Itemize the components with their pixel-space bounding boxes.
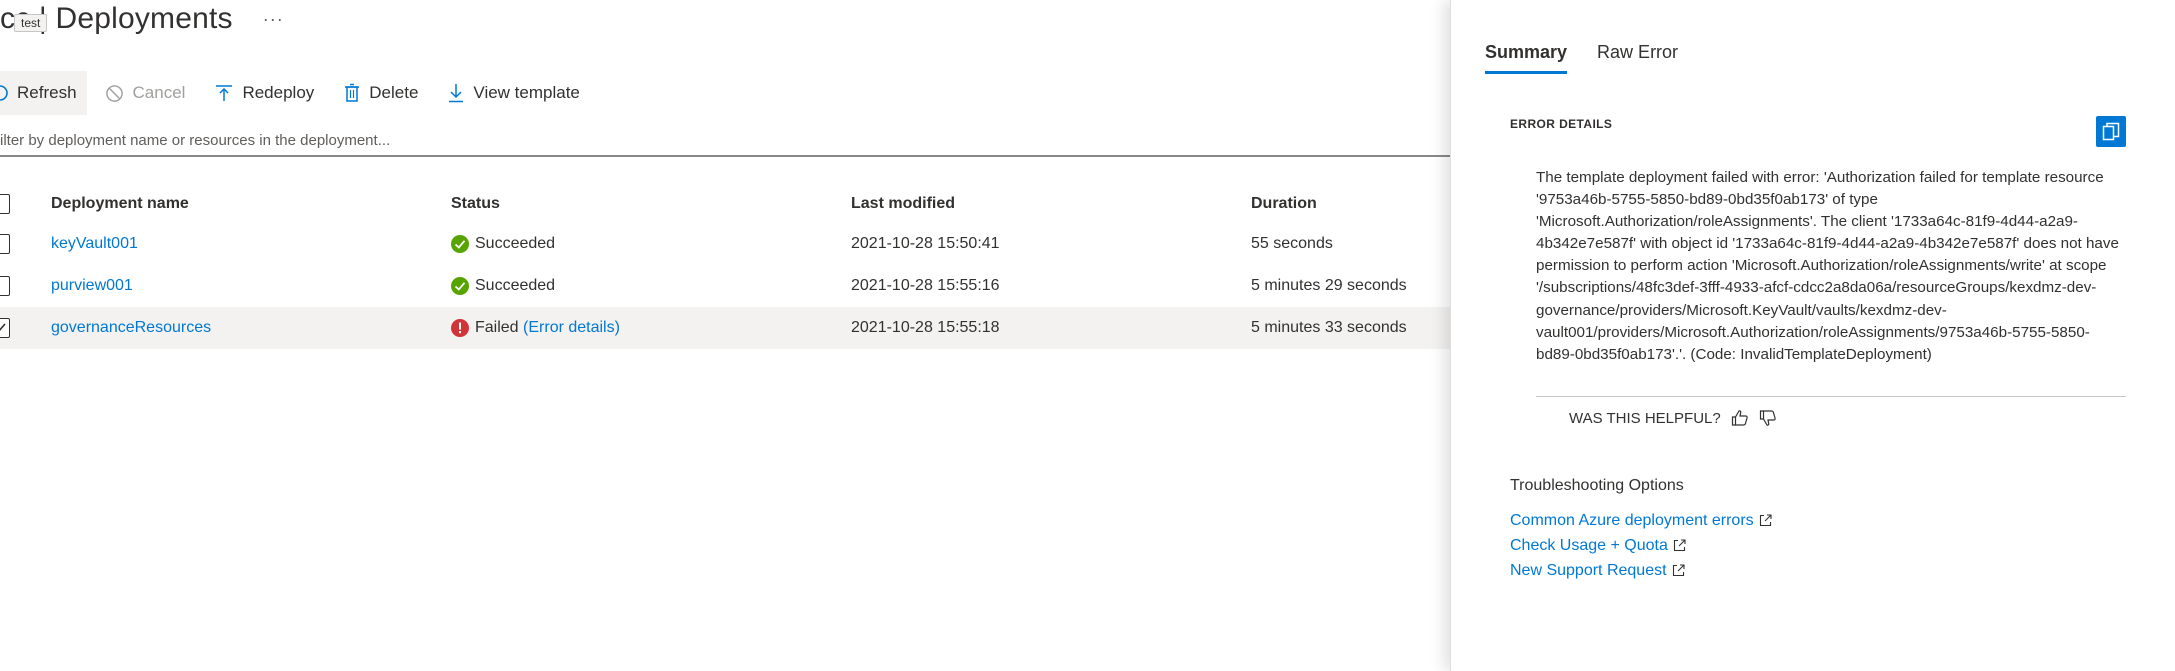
success-icon bbox=[451, 277, 469, 295]
column-header-last-modified[interactable]: Last modified bbox=[851, 185, 955, 223]
redeploy-button[interactable]: Redeploy bbox=[215, 71, 326, 115]
thumbs-down-icon[interactable] bbox=[1759, 409, 1777, 427]
more-options-button[interactable]: ··· bbox=[263, 9, 284, 30]
row-checkbox[interactable] bbox=[0, 234, 10, 254]
select-all-checkbox[interactable] bbox=[0, 194, 10, 214]
table-row[interactable]: governanceResources Failed (Error detail… bbox=[0, 307, 1450, 349]
redeploy-icon bbox=[216, 84, 233, 101]
table-row[interactable]: purview001 Succeeded 2021-10-28 15:55:16… bbox=[0, 265, 1450, 307]
cancel-label: Cancel bbox=[132, 83, 186, 102]
last-modified-cell: 2021-10-28 15:55:16 bbox=[851, 277, 1000, 294]
deployment-name-link[interactable]: purview001 bbox=[51, 277, 133, 295]
deployment-name-link[interactable]: governanceResources bbox=[51, 319, 211, 337]
divider bbox=[1536, 396, 2126, 397]
duration-cell: 5 minutes 33 seconds bbox=[1251, 319, 1407, 336]
usage-quota-label: Check Usage + Quota bbox=[1510, 536, 1668, 554]
refresh-button[interactable]: Refresh bbox=[0, 71, 87, 115]
status-cell: Failed (Error details) bbox=[451, 307, 620, 349]
common-errors-label: Common Azure deployment errors bbox=[1510, 511, 1754, 529]
troubleshooting-links: Common Azure deployment errors Check Usa… bbox=[1510, 508, 1772, 583]
thumbs-up-icon[interactable] bbox=[1731, 409, 1749, 427]
redeploy-label: Redeploy bbox=[242, 83, 315, 102]
status-text: Succeeded bbox=[475, 235, 556, 252]
status-text: Succeeded bbox=[475, 277, 556, 294]
external-link-icon bbox=[1672, 564, 1685, 577]
panel-tabs: Summary Raw Error bbox=[1485, 42, 1708, 74]
support-request-label: New Support Request bbox=[1510, 561, 1667, 579]
error-details-panel: Summary Raw Error ERROR DETAILS The temp… bbox=[1450, 0, 2175, 671]
support-request-link[interactable]: New Support Request bbox=[1510, 558, 1772, 583]
cancel-icon bbox=[105, 84, 123, 102]
duration-cell: 5 minutes 29 seconds bbox=[1251, 277, 1407, 294]
last-modified-cell: 2021-10-28 15:50:41 bbox=[851, 235, 1000, 252]
filter-input[interactable] bbox=[0, 125, 1450, 157]
grid-header: Deployment name Status Last modified Dur… bbox=[0, 185, 1450, 223]
cancel-button[interactable]: Cancel bbox=[105, 71, 198, 115]
row-checkbox-checked[interactable] bbox=[0, 318, 10, 338]
row-checkbox[interactable] bbox=[0, 276, 10, 296]
error-message: The template deployment failed with erro… bbox=[1536, 169, 2119, 363]
column-header-name[interactable]: Deployment name bbox=[51, 185, 189, 223]
error-details-link[interactable]: (Error details) bbox=[523, 319, 620, 337]
delete-button[interactable]: Delete bbox=[344, 71, 430, 115]
status-cell: Succeeded bbox=[451, 265, 555, 307]
copy-button[interactable] bbox=[2096, 116, 2126, 147]
column-header-duration[interactable]: Duration bbox=[1251, 185, 1317, 223]
delete-label: Delete bbox=[369, 83, 419, 102]
tab-summary[interactable]: Summary bbox=[1485, 42, 1568, 74]
last-modified-cell: 2021-10-28 15:55:18 bbox=[851, 319, 1000, 336]
refresh-icon bbox=[0, 85, 8, 101]
troubleshooting-heading: Troubleshooting Options bbox=[1510, 477, 1684, 494]
error-icon bbox=[451, 319, 469, 337]
usage-quota-link[interactable]: Check Usage + Quota bbox=[1510, 533, 1772, 558]
copy-icon bbox=[2102, 122, 2120, 140]
deployments-blade: cc | Deployments ··· test Refresh Cancel… bbox=[0, 0, 1450, 671]
view-template-button[interactable]: View template bbox=[448, 71, 591, 115]
success-icon bbox=[451, 235, 469, 253]
column-header-status[interactable]: Status bbox=[451, 185, 500, 223]
common-errors-link[interactable]: Common Azure deployment errors bbox=[1510, 508, 1772, 533]
tooltip: test bbox=[14, 14, 48, 32]
refresh-label: Refresh bbox=[17, 83, 77, 102]
tab-raw-error[interactable]: Raw Error bbox=[1597, 42, 1678, 74]
external-link-icon bbox=[1759, 514, 1772, 527]
status-cell: Succeeded bbox=[451, 223, 555, 265]
deployments-grid: Deployment name Status Last modified Dur… bbox=[0, 185, 1450, 349]
command-bar: Refresh Cancel Redeploy Delete View temp… bbox=[0, 71, 592, 115]
deployment-name-link[interactable]: keyVault001 bbox=[51, 235, 138, 253]
status-text: Failed bbox=[475, 319, 519, 336]
feedback-row: WAS THIS HELPFUL? bbox=[1569, 409, 1777, 427]
checkmark-icon bbox=[0, 323, 6, 331]
trash-icon bbox=[345, 83, 360, 102]
table-row[interactable]: keyVault001 Succeeded 2021-10-28 15:50:4… bbox=[0, 223, 1450, 265]
helpful-prompt: WAS THIS HELPFUL? bbox=[1569, 409, 1721, 427]
external-link-icon bbox=[1673, 539, 1686, 552]
view-template-label: View template bbox=[473, 83, 580, 102]
duration-cell: 55 seconds bbox=[1251, 235, 1333, 252]
download-icon bbox=[449, 84, 464, 103]
error-details-heading: ERROR DETAILS bbox=[1510, 117, 1613, 131]
